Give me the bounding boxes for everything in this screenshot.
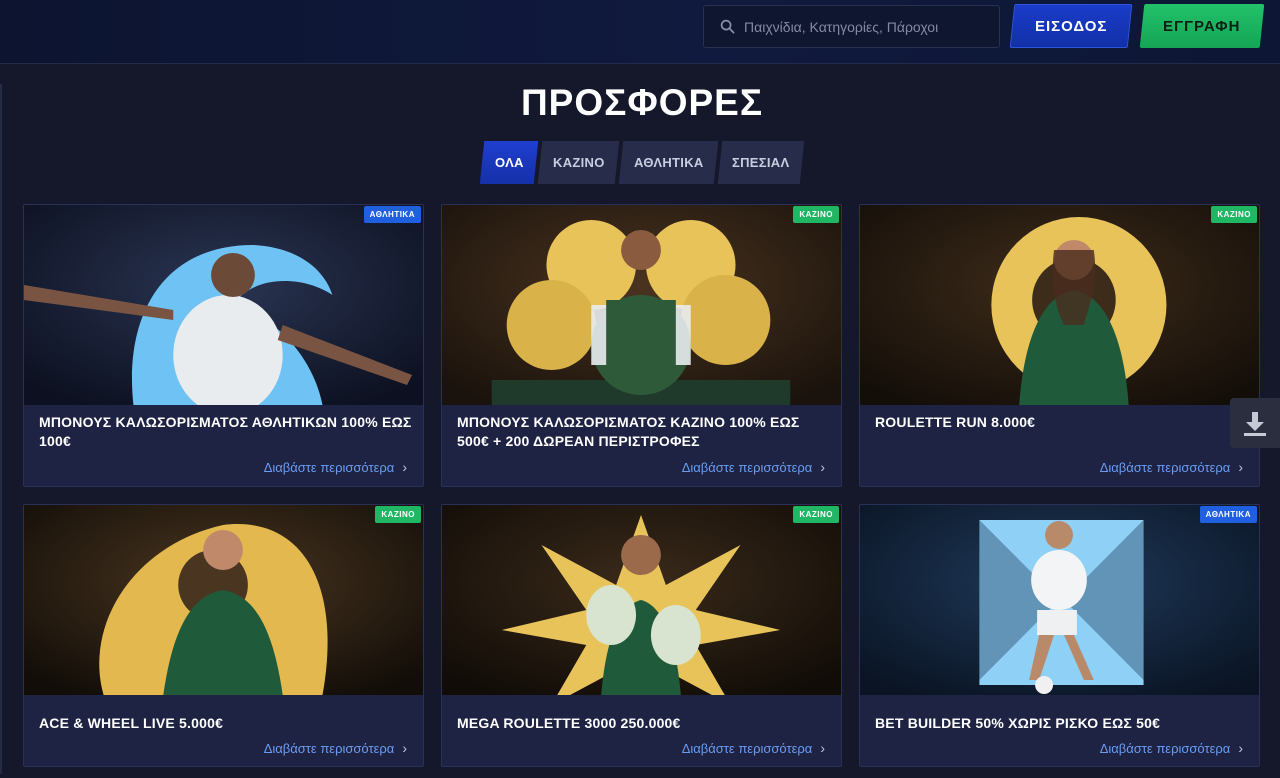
category-badge: ΚΑΖΙΝΟ	[793, 206, 839, 223]
read-more-link[interactable]: Διαβάστε περισσότερα ›	[264, 459, 407, 475]
promo-title: ACE & WHEEL LIVE 5.000€	[39, 715, 224, 731]
search-box[interactable]	[703, 5, 1000, 48]
sidebar-edge	[0, 84, 2, 774]
promo-card[interactable]: ΑΘΛΗΤΙΚΑ BET BUILDER 50% ΧΩΡΙΣ ΡΙΣΚΟ ΕΩΣ…	[859, 504, 1260, 767]
download-icon	[1244, 412, 1266, 436]
chevron-right-icon: ›	[1238, 740, 1243, 756]
chevron-right-icon: ›	[1238, 459, 1243, 475]
register-button[interactable]: ΕΓΓΡΑΦΗ	[1139, 4, 1265, 48]
promo-title: MEGA ROULETTE 3000 250.000€	[457, 715, 681, 731]
chevron-right-icon: ›	[820, 740, 825, 756]
read-more-link[interactable]: Διαβάστε περισσότερα ›	[682, 740, 825, 756]
login-button[interactable]: ΕΙΣΟΔΟΣ	[1009, 4, 1133, 48]
register-button-label: ΕΓΓΡΑΦΗ	[1163, 17, 1241, 35]
promo-card[interactable]: ΚΑΖΙΝΟ ROULETTE RUN 8.000€ Διαβάστε περι…	[859, 204, 1260, 487]
chevron-right-icon: ›	[402, 459, 407, 475]
tab-all[interactable]: ΟΛΑ	[479, 141, 539, 184]
promo-title: ΜΠΟΝΟΥΣ ΚΑΛΩΣΟΡΙΣΜΑΤΟΣ ΑΘΛΗΤΙΚΩΝ 100% ΕΩ…	[39, 414, 412, 449]
promo-title: ΜΠΟΝΟΥΣ ΚΑΛΩΣΟΡΙΣΜΑΤΟΣ ΚΑΖΙΝΟ 100% ΕΩΣ 5…	[457, 414, 800, 449]
login-button-label: ΕΙΣΟΔΟΣ	[1034, 17, 1108, 35]
tab-casino[interactable]: ΚΑΖΙΝΟ	[537, 141, 620, 184]
read-more-link[interactable]: Διαβάστε περισσότερα ›	[264, 740, 407, 756]
category-badge: ΚΑΖΙΝΟ	[1211, 206, 1257, 223]
category-badge: ΚΑΖΙΝΟ	[793, 506, 839, 523]
promo-image	[860, 205, 1259, 405]
download-button[interactable]	[1230, 398, 1280, 448]
category-badge: ΑΘΛΗΤΙΚΑ	[363, 206, 421, 223]
top-bar: ΕΙΣΟΔΟΣ ΕΓΓΡΑΦΗ	[0, 0, 1280, 64]
promo-card[interactable]: ΚΑΖΙΝΟ ACE & WHEEL LIVE 5.000€ Διαβάστε …	[23, 504, 424, 767]
promo-image	[24, 205, 423, 405]
category-badge: ΑΘΛΗΤΙΚΑ	[1199, 506, 1257, 523]
promo-image	[860, 505, 1259, 695]
tab-special[interactable]: ΣΠΕΣΙΑΛ	[717, 141, 805, 184]
chevron-right-icon: ›	[402, 740, 407, 756]
filter-tabs: ΟΛΑ ΚΑΖΙΝΟ ΑΘΛΗΤΙΚΑ ΣΠΕΣΙΑΛ	[479, 141, 805, 184]
category-badge: ΚΑΖΙΝΟ	[375, 506, 421, 523]
promo-card[interactable]: ΚΑΖΙΝΟ ΜΠΟΝΟΥΣ ΚΑΛΩΣΟΡΙΣΜΑΤΟΣ ΚΑΖΙΝΟ 100…	[441, 204, 842, 487]
promo-card[interactable]: ΚΑΖΙΝΟ MEGA ROULETTE 3000 250.000€ Διαβά…	[441, 504, 842, 767]
read-more-link[interactable]: Διαβάστε περισσότερα ›	[1100, 740, 1243, 756]
page-title: ΠΡΟΣΦΟΡΕΣ	[520, 82, 764, 123]
read-more-link[interactable]: Διαβάστε περισσότερα ›	[682, 459, 825, 475]
promo-title: BET BUILDER 50% ΧΩΡΙΣ ΡΙΣΚΟ ΕΩΣ 50€	[875, 715, 1161, 731]
promo-image	[442, 505, 841, 695]
promo-image	[442, 205, 841, 405]
tab-sports[interactable]: ΑΘΛΗΤΙΚΑ	[618, 141, 719, 184]
search-icon	[720, 19, 735, 34]
promo-title: ROULETTE RUN 8.000€	[875, 414, 1036, 430]
read-more-link[interactable]: Διαβάστε περισσότερα ›	[1100, 459, 1243, 475]
promo-card[interactable]: ΑΘΛΗΤΙΚΑ ΜΠΟΝΟΥΣ ΚΑΛΩΣΟΡΙΣΜΑΤΟΣ ΑΘΛΗΤΙΚΩ…	[23, 204, 424, 487]
search-input[interactable]	[744, 18, 994, 35]
chevron-right-icon: ›	[820, 459, 825, 475]
promo-image	[24, 505, 423, 695]
